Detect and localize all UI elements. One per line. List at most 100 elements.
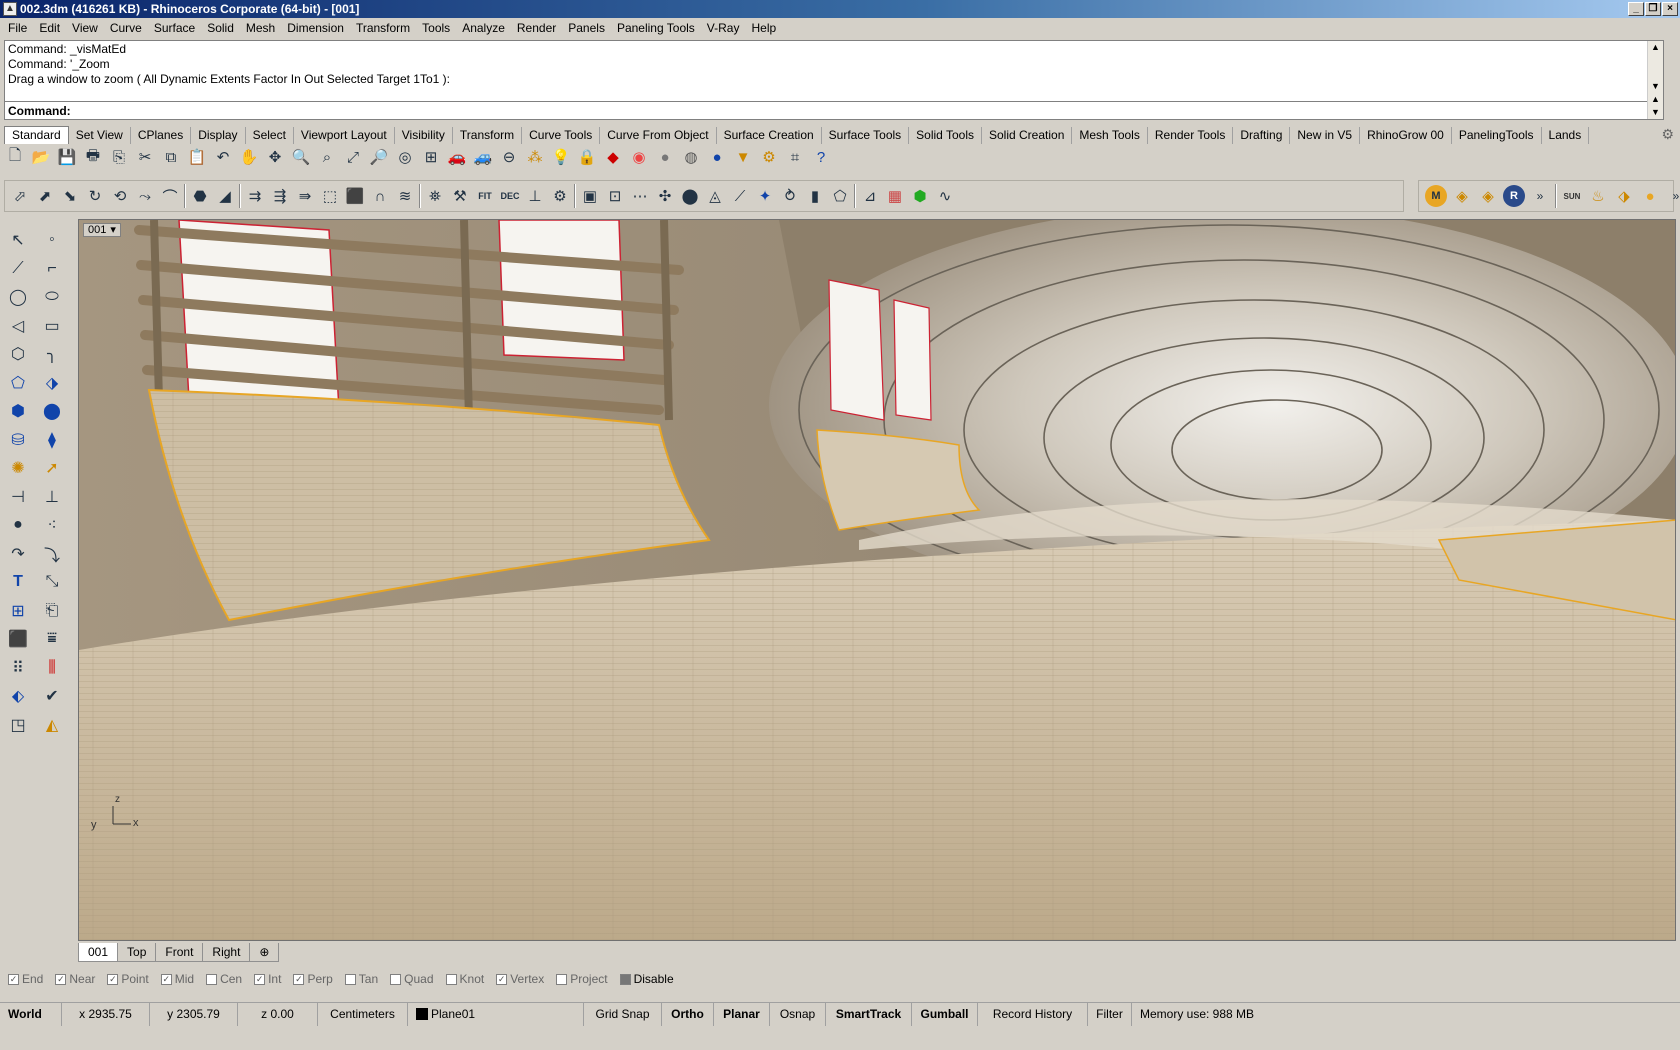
viewport-grid-icon[interactable]: ⊞ — [420, 146, 442, 168]
surface-edge-icon[interactable]: ⬗ — [41, 372, 63, 394]
extend-icon[interactable]: ⇶ — [269, 185, 291, 207]
sweep-icon[interactable]: ⬊ — [59, 185, 81, 207]
command-scrollbar[interactable]: ▲ ▼ ▲ ▼ — [1647, 41, 1663, 119]
scroll-down-icon[interactable]: ▼ — [1648, 80, 1663, 93]
array-icon[interactable]: ◬ — [704, 185, 726, 207]
revolve-icon[interactable]: ↻ — [84, 185, 106, 207]
cut-icon[interactable]: ✂ — [134, 146, 156, 168]
move-view-icon[interactable]: ✥ — [264, 146, 286, 168]
tab-surface-tools[interactable]: Surface Tools — [822, 127, 910, 144]
menu-solid[interactable]: Solid — [201, 21, 240, 35]
close-button[interactable]: × — [1662, 2, 1678, 16]
osnap-mid[interactable]: ✓ Mid — [160, 972, 194, 986]
extrude-curve-icon[interactable]: ⛁ — [7, 429, 29, 451]
planar-toggle[interactable]: Planar — [714, 1003, 770, 1026]
tab-rhinogrow[interactable]: RhinoGrow 00 — [1360, 127, 1452, 144]
checkbox-icon[interactable] — [344, 973, 356, 985]
split-icon[interactable]: ⇛ — [294, 185, 316, 207]
zebra-icon[interactable]: ⬢ — [909, 185, 931, 207]
menu-dimension[interactable]: Dimension — [281, 21, 350, 35]
menu-mesh[interactable]: Mesh — [240, 21, 281, 35]
tab-panelingtools[interactable]: PanelingTools — [1452, 127, 1542, 144]
twist-icon[interactable]: ▮ — [804, 185, 826, 207]
block-icon[interactable]: ⊞ — [7, 600, 29, 622]
vray-render-icon[interactable]: R — [1503, 185, 1525, 207]
tab-solid-tools[interactable]: Solid Tools — [909, 127, 982, 144]
checkbox-icon[interactable] — [206, 973, 218, 985]
checkbox-icon[interactable] — [390, 973, 402, 985]
help-icon[interactable]: ? — [810, 146, 832, 168]
join-icon[interactable]: ⚙ — [549, 185, 571, 207]
tab-drafting[interactable]: Drafting — [1233, 127, 1291, 144]
mesh-box-icon[interactable]: ⬛ — [7, 628, 29, 650]
checkbox-icon[interactable]: ✓ — [254, 973, 266, 985]
paste-icon[interactable]: 📋 — [186, 146, 208, 168]
osnap-disable[interactable]: Disable — [619, 972, 674, 986]
restore-button[interactable]: ❐ — [1645, 2, 1661, 16]
menu-render[interactable]: Render — [511, 21, 562, 35]
sphere-icon[interactable]: ● — [654, 146, 676, 168]
tab-solid-creation[interactable]: Solid Creation — [982, 127, 1073, 144]
sphere-solid-icon[interactable]: ⬤ — [679, 185, 701, 207]
cylinder-icon[interactable]: ✣ — [654, 185, 676, 207]
checkbox-icon[interactable]: ✓ — [8, 973, 19, 985]
paint-icon[interactable]: ◭ — [41, 714, 63, 736]
osnap-point[interactable]: ✓ Point — [107, 972, 149, 986]
tab-viewport-right[interactable]: Right — [202, 943, 251, 962]
flow-icon[interactable]: ⥁ — [779, 185, 801, 207]
box-icon[interactable]: ⬛ — [344, 185, 366, 207]
move-points-icon[interactable]: ⤡ — [41, 571, 63, 593]
analyze-icon[interactable]: ⬖ — [7, 685, 29, 707]
solid-boolean-icon[interactable]: ⬤ — [41, 400, 63, 422]
network-icon[interactable]: ⬣ — [189, 185, 211, 207]
gridsnap-toggle[interactable]: Grid Snap — [584, 1003, 662, 1026]
color-wheel-icon[interactable]: ◉ — [628, 146, 650, 168]
object-snap-icon[interactable]: ⁂ — [524, 146, 546, 168]
array-grid-icon[interactable]: ⠿ — [7, 657, 29, 679]
gear-icon[interactable]: ⚙ — [1661, 126, 1674, 143]
zoom-icon[interactable]: 🔍 — [290, 146, 312, 168]
vray-material-icon[interactable]: M — [1425, 185, 1447, 207]
rotate-icon[interactable]: ⊡ — [604, 185, 626, 207]
undo-icon[interactable]: ↶ — [212, 146, 234, 168]
command-prompt[interactable]: Command: — [5, 101, 1649, 120]
group-icon[interactable]: ● — [7, 514, 29, 536]
vray-options-icon[interactable]: ◈ — [1451, 185, 1473, 207]
orient-icon[interactable]: ✦ — [754, 185, 776, 207]
rectangle-icon[interactable]: ▭ — [41, 315, 63, 337]
paste-special-icon[interactable]: ⎗ — [41, 600, 63, 622]
blend-icon[interactable]: ⤳ — [134, 185, 156, 207]
trim-icon[interactable]: ⬚ — [319, 185, 341, 207]
checkbox-icon[interactable] — [445, 973, 457, 985]
more-chevron-icon[interactable]: » — [1665, 185, 1680, 207]
extrude-icon[interactable]: ⬀ — [9, 185, 31, 207]
tab-viewport-top[interactable]: Top — [117, 943, 157, 962]
open-file-icon[interactable]: 📂 — [30, 146, 52, 168]
scroll-up-icon[interactable]: ▲ — [1648, 93, 1663, 106]
history-icon[interactable]: ⩸ — [41, 628, 63, 650]
select-arrow-icon[interactable]: ↖ — [7, 229, 29, 251]
patch-icon[interactable]: ⌒ — [159, 185, 181, 207]
lamp-icon[interactable]: ▼ — [732, 146, 754, 168]
mirror-icon[interactable]: ⟋ — [729, 185, 751, 207]
text-icon[interactable]: T — [7, 571, 29, 593]
osnap-vertex[interactable]: ✓ Vertex — [496, 972, 544, 986]
solid-box-icon[interactable]: ⬢ — [7, 400, 29, 422]
light-icon[interactable]: ✺ — [7, 457, 29, 479]
chevron-down-icon[interactable]: ▾ — [110, 224, 116, 236]
menu-help[interactable]: Help — [745, 21, 782, 35]
menu-panels[interactable]: Panels — [562, 21, 611, 35]
print-icon[interactable]: 🖶 — [82, 146, 104, 168]
menu-view[interactable]: View — [66, 21, 104, 35]
material-icon[interactable]: ◆ — [602, 146, 624, 168]
pipe-icon[interactable]: ∩ — [369, 185, 391, 207]
rebuild-curve-icon[interactable]: ⤵ — [41, 543, 63, 565]
shaded-sphere-icon[interactable]: ◍ — [680, 146, 702, 168]
tab-render-tools[interactable]: Render Tools — [1148, 127, 1234, 144]
checkbox-icon[interactable] — [556, 973, 568, 985]
spotlight-icon[interactable]: ⬗ — [1613, 185, 1635, 207]
osnap-toggle[interactable]: Osnap — [770, 1003, 826, 1026]
edit-surface-icon[interactable]: ⧫ — [41, 429, 63, 451]
new-file-icon[interactable]: 🗋 — [4, 146, 26, 168]
status-cplane[interactable]: World — [0, 1003, 62, 1026]
